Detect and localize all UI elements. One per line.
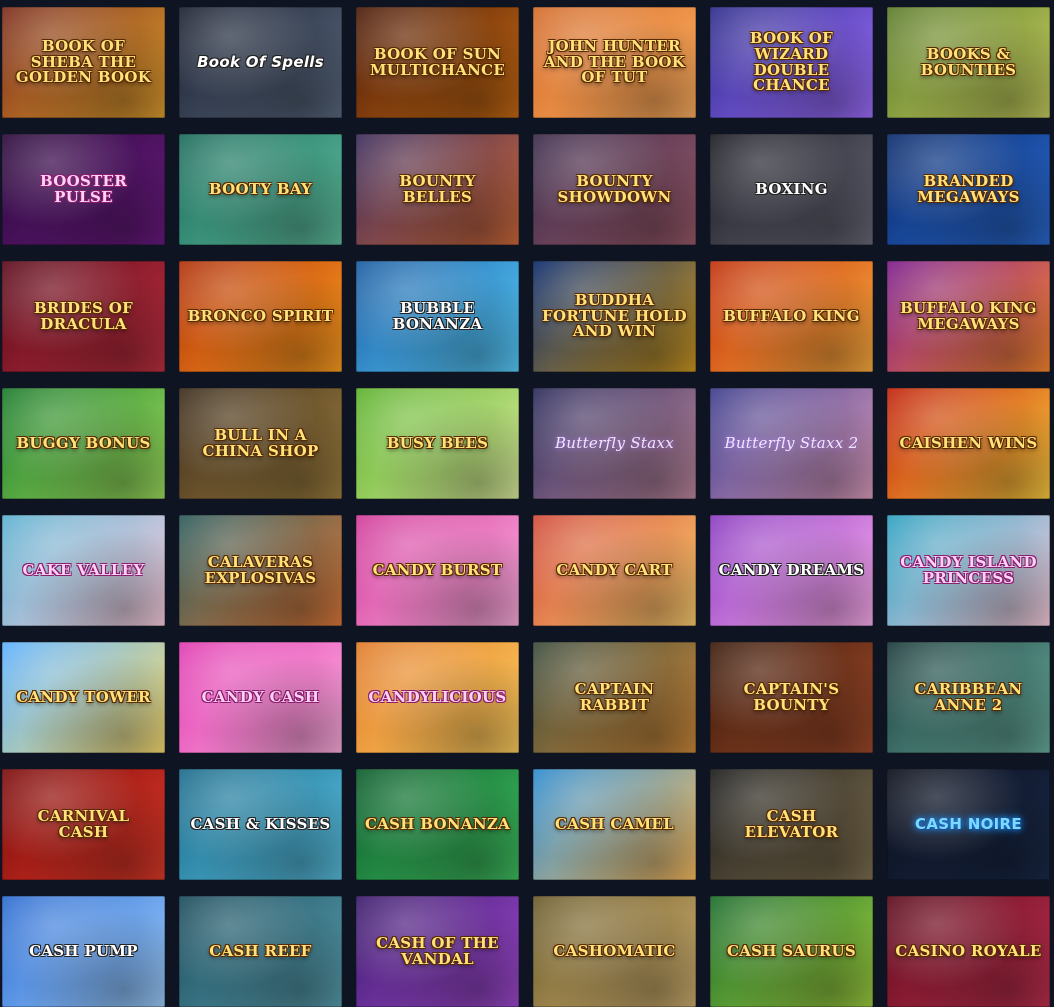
game-title: Captain Rabbit — [574, 679, 655, 714]
game-tile-bubble-bonanza[interactable]: Bubble Bonanza — [356, 261, 519, 372]
game-title: Cash Reef — [209, 941, 312, 960]
game-title: Casino Royale — [895, 941, 1042, 960]
game-title: Booster Pulse — [39, 171, 128, 206]
game-grid: Book of Sheba The Golden Book Book Of Spe… — [2, 7, 1050, 1007]
game-title: Calaveras Explosivas — [204, 552, 317, 587]
game-tile-caribbean-anne-2[interactable]: Caribbean Anne 2 — [887, 642, 1050, 753]
game-tile-book-of-tut[interactable]: John Hunter and the Book of Tut — [533, 7, 696, 118]
game-tile-buffalo-king[interactable]: Buffalo King — [710, 261, 873, 372]
game-tile-busy-bees[interactable]: Busy Bees — [356, 388, 519, 499]
game-tile-cash-camel[interactable]: Cash Camel — [533, 769, 696, 880]
game-title: Cake Valley — [22, 560, 145, 579]
game-title: Captain's Bounty — [743, 679, 840, 714]
game-tile-candy-island-princess[interactable]: Candy Island Princess — [887, 515, 1050, 626]
game-title: Candy Island Princess — [900, 552, 1037, 587]
game-title: Cash Bonanza — [364, 814, 511, 833]
game-tile-buggy-bonus[interactable]: Buggy Bonus — [2, 388, 165, 499]
game-title: Cash & Kisses — [190, 814, 331, 833]
game-tile-calaveras-explosivas[interactable]: Calaveras Explosivas — [179, 515, 342, 626]
game-tile-candy-tower[interactable]: Candy Tower — [2, 642, 165, 753]
game-tile-book-of-spells[interactable]: Book Of Spells — [179, 7, 342, 118]
game-title: Caribbean Anne 2 — [914, 679, 1023, 714]
game-tile-carnival-cash[interactable]: Carnival Cash — [2, 769, 165, 880]
game-title: Buffalo King Megaways — [900, 298, 1037, 333]
game-title: Cash of the Vandal — [376, 933, 499, 968]
game-title: Bronco Spirit — [187, 306, 334, 325]
game-tile-cash-pump[interactable]: Cash Pump — [2, 896, 165, 1007]
game-title: Caishen Wins — [899, 433, 1038, 452]
game-title: Book Of Spells — [197, 52, 324, 71]
game-tile-captain-rabbit[interactable]: Captain Rabbit — [533, 642, 696, 753]
game-tile-booster[interactable]: Booster Pulse — [2, 134, 165, 245]
game-title: Book of Wizard Double Chance — [749, 29, 834, 95]
game-tile-booty-bay[interactable]: Booty Bay — [179, 134, 342, 245]
game-tile-cashomatic[interactable]: Cashomatic — [533, 896, 696, 1007]
game-tile-bronco-spirit[interactable]: Bronco Spirit — [179, 261, 342, 372]
game-tile-bull-china-shop[interactable]: Bull in a China Shop — [179, 388, 342, 499]
game-title: Carnival Cash — [37, 806, 130, 841]
game-tile-candy-cart[interactable]: Candy Cart — [533, 515, 696, 626]
game-tile-buffalo-king-megaways[interactable]: Buffalo King Megaways — [887, 261, 1050, 372]
game-title: Candylicious — [368, 687, 507, 706]
game-title: Brides of Dracula — [33, 298, 134, 333]
game-tile-captains-bounty[interactable]: Captain's Bounty — [710, 642, 873, 753]
game-title: Busy Bees — [386, 433, 489, 452]
game-title: Candy Cash — [201, 687, 320, 706]
game-tile-caishen-wins[interactable]: Caishen Wins — [887, 388, 1050, 499]
game-title: Cash Elevator — [744, 806, 839, 841]
game-title: Cash Camel — [555, 814, 674, 833]
game-tile-cash-of-the-vandal[interactable]: Cash of the Vandal — [356, 896, 519, 1007]
game-title: Bubble Bonanza — [392, 298, 483, 333]
game-tile-book-of-wizard[interactable]: Book of Wizard Double Chance — [710, 7, 873, 118]
game-title: Boxing — [755, 179, 828, 198]
game-title: Buddha Fortune Hold and Win — [542, 290, 687, 341]
game-tile-butterfly-staxx-2[interactable]: Butterfly Staxx 2 — [710, 388, 873, 499]
game-title: Buggy Bonus — [16, 433, 151, 452]
game-title: Candy Dreams — [718, 560, 865, 579]
game-tile-branded-megaways[interactable]: Branded Megaways — [887, 134, 1050, 245]
game-tile-cash-and-kisses[interactable]: Cash & Kisses — [179, 769, 342, 880]
game-tile-book-of-sun[interactable]: Book of Sun Multichance — [356, 7, 519, 118]
game-tile-candylicious[interactable]: Candylicious — [356, 642, 519, 753]
game-title: Cash Saurus — [726, 941, 857, 960]
game-title: Bounty Belles — [399, 171, 476, 206]
game-tile-cash-reef[interactable]: Cash Reef — [179, 896, 342, 1007]
game-tile-candy-dreams[interactable]: Candy Dreams — [710, 515, 873, 626]
game-title: Branded Megaways — [917, 171, 1020, 206]
game-tile-boxing[interactable]: Boxing — [710, 134, 873, 245]
game-tile-cash-noire[interactable]: Cash Noire — [887, 769, 1050, 880]
game-tile-candy-cash[interactable]: Candy Cash — [179, 642, 342, 753]
game-title: Candy Cart — [556, 560, 673, 579]
game-title: John Hunter and the Book of Tut — [543, 36, 686, 87]
game-tile-cake-valley[interactable]: Cake Valley — [2, 515, 165, 626]
game-title: Bull in a China Shop — [202, 425, 319, 460]
game-tile-candy-burst[interactable]: Candy Burst — [356, 515, 519, 626]
game-title: Book of Sun Multichance — [369, 44, 506, 79]
game-tile-bounty-belles[interactable]: Bounty Belles — [356, 134, 519, 245]
game-title: Candy Burst — [372, 560, 503, 579]
game-tile-books-and-bounties[interactable]: Books & Bounties — [887, 7, 1050, 118]
game-tile-casino-royale[interactable]: Casino Royale — [887, 896, 1050, 1007]
game-title: Booty Bay — [208, 179, 313, 198]
game-title: Cash Noire — [915, 814, 1022, 833]
game-tile-cash-bonanza[interactable]: Cash Bonanza — [356, 769, 519, 880]
game-title: Books & Bounties — [920, 44, 1017, 79]
game-tile-butterfly-staxx[interactable]: Butterfly Staxx — [533, 388, 696, 499]
game-title: Book of Sheba The Golden Book — [15, 36, 152, 87]
game-tile-cash-saurus[interactable]: Cash Saurus — [710, 896, 873, 1007]
game-title: Candy Tower — [16, 687, 151, 706]
game-title: Buffalo King — [723, 306, 860, 325]
game-tile-buddha-fortune[interactable]: Buddha Fortune Hold and Win — [533, 261, 696, 372]
game-tile-brides-of-dracula[interactable]: Brides of Dracula — [2, 261, 165, 372]
game-tile-cash-elevator[interactable]: Cash Elevator — [710, 769, 873, 880]
game-title: Cashomatic — [553, 941, 676, 960]
game-tile-book-of-sheba[interactable]: Book of Sheba The Golden Book — [2, 7, 165, 118]
game-title: Bounty Showdown — [557, 171, 672, 206]
game-title: Butterfly Staxx 2 — [724, 433, 859, 452]
game-title: Cash Pump — [29, 941, 138, 960]
game-title: Butterfly Staxx — [554, 433, 675, 452]
game-tile-bounty-showdown[interactable]: Bounty Showdown — [533, 134, 696, 245]
